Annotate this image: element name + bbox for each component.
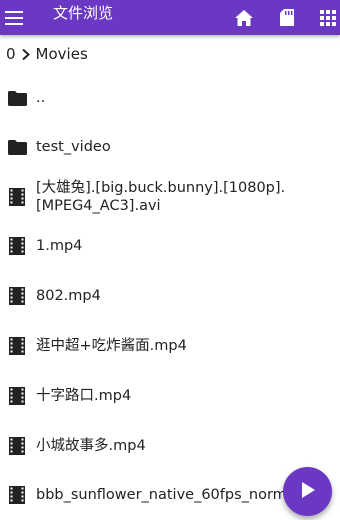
video-file-icon xyxy=(7,236,27,256)
list-item[interactable]: .. xyxy=(0,73,340,123)
video-file-icon xyxy=(7,436,27,456)
file-name: [大雄兔].[big.buck.bunny].[1080p].[MPEG4_AC… xyxy=(36,180,286,214)
breadcrumb-current[interactable]: Movies xyxy=(36,45,88,63)
list-item[interactable]: [大雄兔].[big.buck.bunny].[1080p].[MPEG4_AC… xyxy=(0,173,340,220)
video-file-icon xyxy=(7,386,27,406)
breadcrumb: 0 Movies xyxy=(0,35,340,73)
home-icon[interactable] xyxy=(233,0,255,35)
file-list: .. test_video [大雄兔].[big.buck.bunny].[10… xyxy=(0,73,340,520)
folder-icon xyxy=(7,137,27,157)
list-item[interactable]: 十字路口.mp4 xyxy=(0,371,340,421)
file-name: test_video xyxy=(36,139,111,155)
grid-icon[interactable] xyxy=(318,0,338,35)
app-toolbar: 文件浏览 xyxy=(0,0,340,35)
play-button[interactable] xyxy=(283,467,332,516)
list-item[interactable]: test_video xyxy=(0,123,340,173)
list-item[interactable]: 小城故事多.mp4 xyxy=(0,421,340,471)
list-item[interactable]: 802.mp4 xyxy=(0,271,340,321)
file-name: 十字路口.mp4 xyxy=(36,388,132,404)
breadcrumb-root[interactable]: 0 xyxy=(6,45,16,63)
video-file-icon xyxy=(7,336,27,356)
list-item[interactable]: 1.mp4 xyxy=(0,221,340,271)
file-name: 逛中超+吃炸酱面.mp4 xyxy=(36,338,187,354)
video-file-icon xyxy=(7,187,27,207)
file-name: 小城故事多.mp4 xyxy=(36,438,146,454)
file-name: bbb_sunflower_native_60fps_norma xyxy=(36,487,296,503)
folder-icon xyxy=(7,88,27,108)
file-name: .. xyxy=(36,90,46,106)
video-file-icon xyxy=(7,286,27,306)
sd-card-icon[interactable] xyxy=(276,0,298,35)
file-name: 802.mp4 xyxy=(36,288,101,304)
chevron-right-icon xyxy=(21,48,30,60)
list-item[interactable]: 逛中超+吃炸酱面.mp4 xyxy=(0,321,340,371)
play-icon xyxy=(301,481,315,502)
file-name: 1.mp4 xyxy=(36,238,83,254)
page-title: 文件浏览 xyxy=(53,4,114,22)
menu-icon[interactable] xyxy=(3,0,25,35)
video-file-icon xyxy=(7,485,27,505)
